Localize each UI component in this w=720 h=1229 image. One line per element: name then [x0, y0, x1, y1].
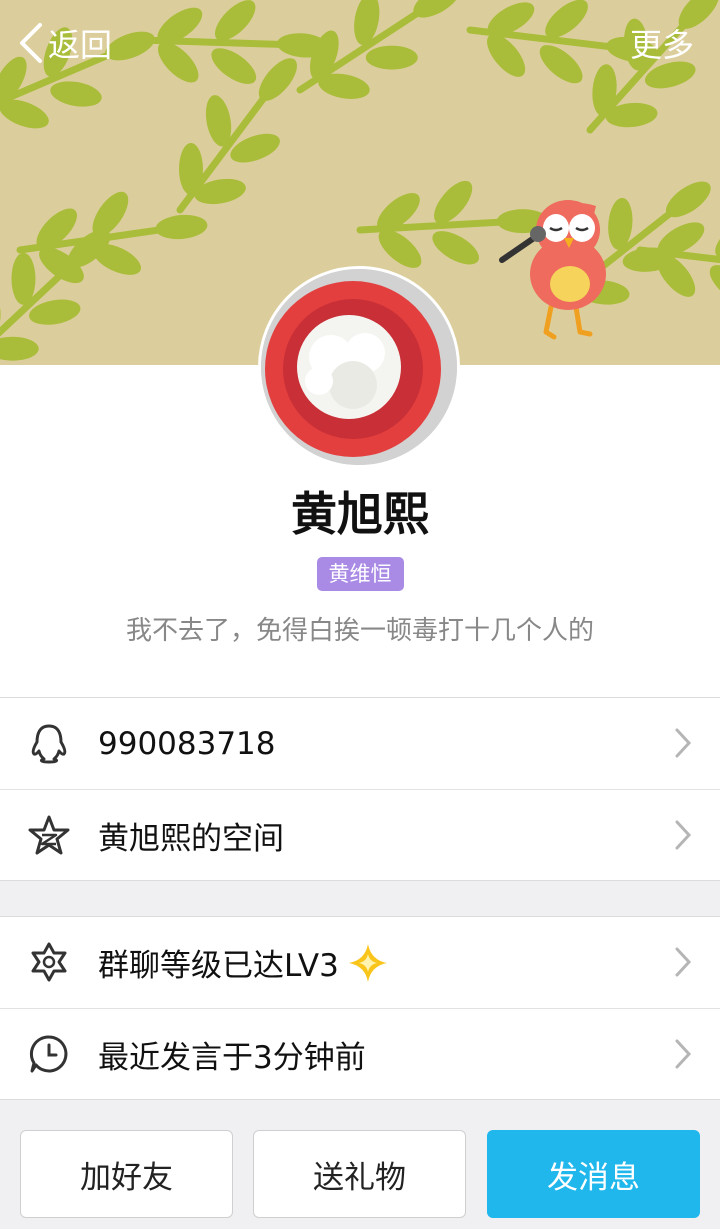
chevron-right-icon	[675, 820, 692, 850]
send-gift-button[interactable]: 送礼物	[253, 1130, 466, 1218]
top-navigation-bar: 返回 更多	[0, 0, 720, 86]
singing-bird-mascot	[499, 200, 606, 340]
list-item-last-spoke[interactable]: 最近发言于3分钟前	[0, 1008, 720, 1099]
chevron-right-icon	[675, 728, 692, 758]
info-list: 990083718 黄旭熙的空间	[0, 697, 720, 881]
star-level-icon	[31, 942, 67, 982]
group-info-list: 群聊等级已达LV3 最近发言于3分钟前	[0, 916, 720, 1100]
send-message-button[interactable]: 发消息	[487, 1130, 700, 1218]
list-item-qq-number[interactable]: 990083718	[0, 698, 720, 789]
list-item-qzone[interactable]: 黄旭熙的空间	[0, 789, 720, 880]
group-nickname-badge: 黄维恒	[316, 557, 404, 591]
back-button[interactable]: 返回	[18, 20, 112, 66]
add-friend-button[interactable]: 加好友	[20, 1130, 233, 1218]
group-nickname-wrapper: 黄维恒	[0, 557, 720, 591]
bottom-action-bar: 加好友 送礼物 发消息	[0, 1102, 720, 1229]
profile-signature: 我不去了，免得白挨一顿毒打十几个人的	[125, 616, 594, 646]
list-item-group-level[interactable]: 群聊等级已达LV3	[0, 917, 720, 1008]
qzone-star-icon	[28, 815, 70, 855]
group-level-text: 群聊等级已达LV3	[98, 948, 339, 984]
profile-name: 黄旭熙	[291, 487, 429, 541]
avatar-image	[261, 269, 457, 465]
sparkle-level-icon	[348, 943, 387, 982]
chevron-left-icon	[20, 23, 42, 63]
more-button[interactable]: 更多	[630, 20, 694, 66]
avatar[interactable]	[258, 266, 460, 468]
chevron-right-icon	[675, 947, 692, 977]
back-label: 返回	[48, 26, 113, 64]
chevron-right-icon	[675, 1039, 692, 1069]
group-level-label: 群聊等级已达LV3	[98, 940, 389, 985]
qq-penguin-icon	[31, 724, 67, 764]
clock-icon	[29, 1035, 68, 1073]
qq-number-label: 990083718	[98, 725, 276, 762]
last-spoke-label: 最近发言于3分钟前	[98, 1039, 366, 1076]
qzone-label: 黄旭熙的空间	[98, 820, 284, 857]
